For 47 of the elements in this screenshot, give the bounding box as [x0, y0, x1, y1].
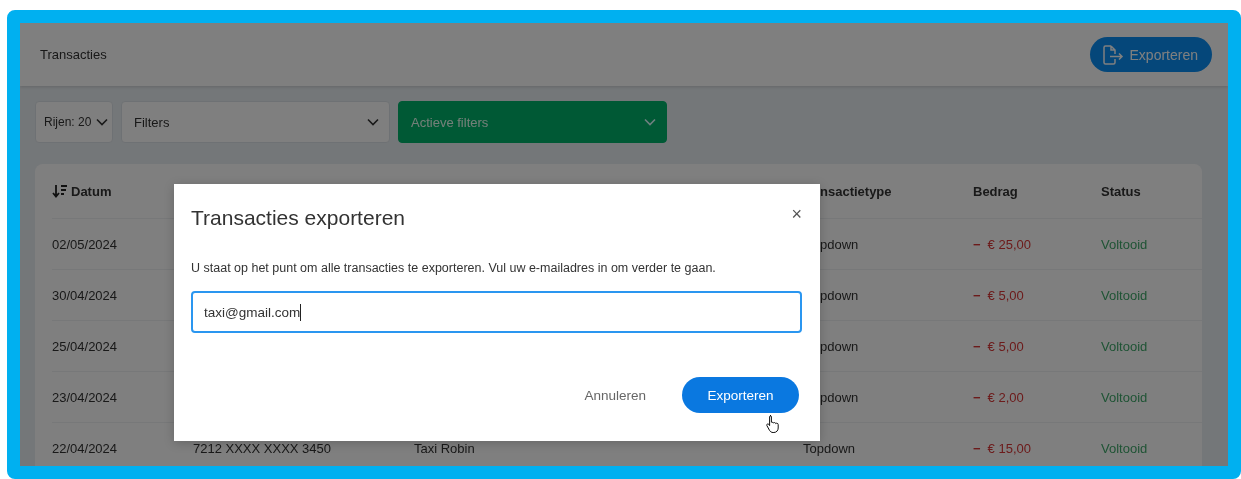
minus-sign: −	[973, 338, 981, 354]
table-cell: Voltooid	[1101, 389, 1148, 405]
table-cell: Voltooid	[1101, 236, 1148, 252]
minus-sign: −	[973, 236, 981, 252]
column-header[interactable]: Bedrag	[973, 183, 1018, 199]
table-cell: pdown	[820, 389, 859, 405]
page-title: Transacties	[40, 47, 107, 62]
column-header[interactable]: Status	[1101, 183, 1141, 199]
table-cell: 22/04/2024	[52, 440, 118, 456]
table-cell: pdown	[820, 338, 859, 354]
export-button[interactable]: Exporteren	[1089, 37, 1212, 72]
rows-select[interactable]: Rijen: 20	[35, 101, 113, 143]
export-confirm-button[interactable]: Exporteren	[682, 377, 799, 413]
close-button[interactable]: ×	[791, 204, 802, 224]
minus-sign: −	[973, 389, 981, 405]
table-cell: Topdown	[803, 440, 856, 456]
table-cell: 7212 XXXX XXXX 3450	[193, 440, 332, 456]
table-cell: pdown	[820, 287, 859, 303]
email-field[interactable]: taxi@gmail.com	[191, 291, 802, 333]
table-cell: pdown	[820, 236, 859, 252]
table-cell: € 25,00	[987, 236, 1031, 252]
minus-sign: −	[973, 287, 981, 303]
table-cell: € 5,00	[987, 287, 1024, 303]
table-cell: € 2,00	[987, 389, 1024, 405]
table-cell: 30/04/2024	[52, 287, 118, 303]
pointer-cursor-icon	[766, 414, 780, 433]
chevron-down-icon	[644, 118, 656, 126]
table-cell: Voltooid	[1101, 287, 1148, 303]
filters-select[interactable]: Filters	[121, 101, 390, 143]
column-header[interactable]: Datum	[71, 183, 112, 199]
column-header[interactable]: nsactietype	[820, 183, 892, 199]
chevron-down-icon	[96, 118, 108, 126]
chevron-down-icon	[367, 118, 379, 126]
table-cell: Taxi Robin	[414, 440, 475, 456]
table-cell: 25/04/2024	[52, 338, 118, 354]
sort-descending-icon[interactable]	[52, 184, 68, 198]
cancel-button[interactable]: Annuleren	[584, 387, 646, 403]
dialog-title: Transacties exporteren	[191, 206, 405, 230]
table-cell: 23/04/2024	[52, 389, 118, 405]
export-file-icon	[1101, 44, 1124, 65]
table-cell: € 15,00	[987, 440, 1031, 456]
minus-sign: −	[973, 440, 981, 456]
table-cell: Voltooid	[1101, 338, 1148, 354]
dialog-message: U staat op het punt om alle transacties te exporteren. Vul uw e-mailadres in om verder te gaan.	[191, 261, 717, 275]
table-cell: 02/05/2024	[52, 236, 118, 252]
table-cell: € 5,00	[987, 338, 1024, 354]
table-cell: Voltooid	[1101, 440, 1148, 456]
